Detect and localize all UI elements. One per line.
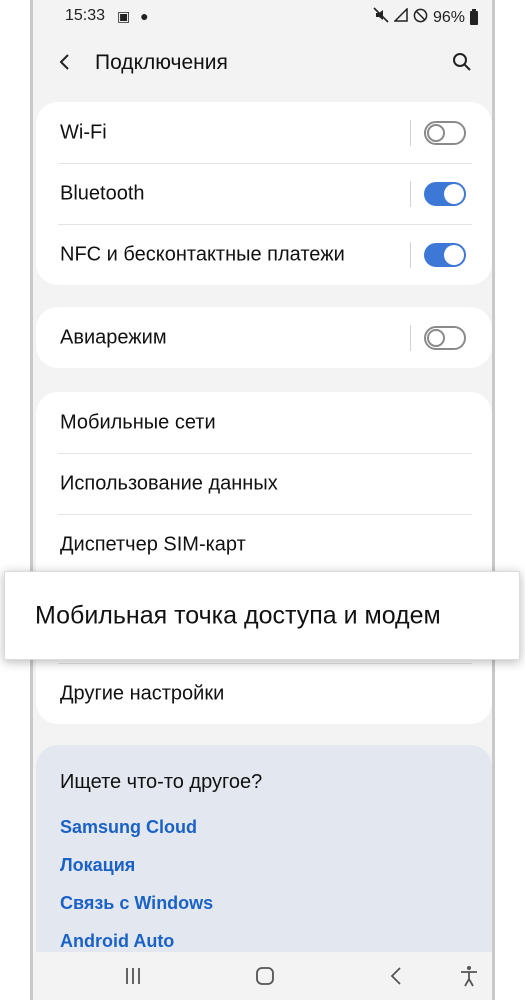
divider [410,120,411,146]
battery-icon [470,8,478,25]
suggestions-title: Ищете что-то другое? [60,771,263,793]
phone-screen: 15:33 ▣ ● 96% Подключения Wi-Fi Bluetoot… [30,0,495,1000]
navigation-bar [33,952,492,1000]
divider [410,325,411,351]
app-header: Подключения [33,40,492,86]
search-icon[interactable] [452,52,472,72]
accessibility-icon[interactable] [457,964,481,988]
nfc-label: NFC и бесконтактные платежи [60,243,345,265]
no-sim-icon [413,8,428,28]
gallery-icon: ▣ [117,8,134,24]
suggestions-card: Ищете что-то другое? Samsung Cloud Локац… [36,745,492,955]
wifi-toggle[interactable] [424,120,466,145]
sim-manager-label: Диспетчер SIM-карт [60,533,246,555]
page-title: Подключения [95,51,228,74]
other-settings-label: Другие настройки [60,682,225,704]
nfc-row[interactable]: NFC и бесконтактные платежи [36,224,492,285]
mobile-networks-label: Мобильные сети [60,411,216,433]
home-icon[interactable] [253,964,277,988]
hotspot-row-highlight[interactable]: Мобильная точка доступа и модем [4,571,520,660]
network-card: Мобильные сети Использование данных Дисп… [36,392,492,724]
other-settings-row[interactable]: Другие настройки [36,663,492,724]
divider [410,181,411,207]
mute-icon [373,7,389,28]
data-usage-row[interactable]: Использование данных [36,453,492,514]
account-icon: ● [140,8,152,24]
link-link-to-windows[interactable]: Связь с Windows [60,893,213,914]
hotspot-label: Мобильная точка доступа и модем [35,601,441,629]
airplane-mode-label: Авиарежим [60,326,167,348]
bluetooth-toggle[interactable] [424,181,466,206]
back-icon[interactable] [385,964,409,988]
link-samsung-cloud[interactable]: Samsung Cloud [60,817,197,838]
nfc-toggle[interactable] [424,242,466,267]
bluetooth-row[interactable]: Bluetooth [36,163,492,224]
airplane-card: Авиарежим [36,307,492,368]
mobile-networks-row[interactable]: Мобильные сети [36,392,492,453]
data-usage-label: Использование данных [60,472,278,494]
bluetooth-label: Bluetooth [60,182,145,204]
back-arrow-icon[interactable] [55,52,75,72]
recent-apps-icon[interactable] [121,964,145,988]
wifi-row[interactable]: Wi-Fi [36,102,492,163]
sim-manager-row[interactable]: Диспетчер SIM-карт [36,514,492,575]
link-location[interactable]: Локация [60,855,135,876]
airplane-mode-row[interactable]: Авиарежим [36,307,492,368]
status-time: 15:33 [65,7,106,24]
battery-percent: 96% [432,8,465,26]
divider [410,242,411,268]
wifi-label: Wi-Fi [60,121,107,143]
airplane-mode-toggle[interactable] [424,325,466,350]
status-bar: 15:33 ▣ ● 96% [33,0,492,32]
link-android-auto[interactable]: Android Auto [60,931,174,952]
toggles-card: Wi-Fi Bluetooth NFC и бесконтактные плат… [36,102,492,285]
signal-icon [393,7,408,27]
